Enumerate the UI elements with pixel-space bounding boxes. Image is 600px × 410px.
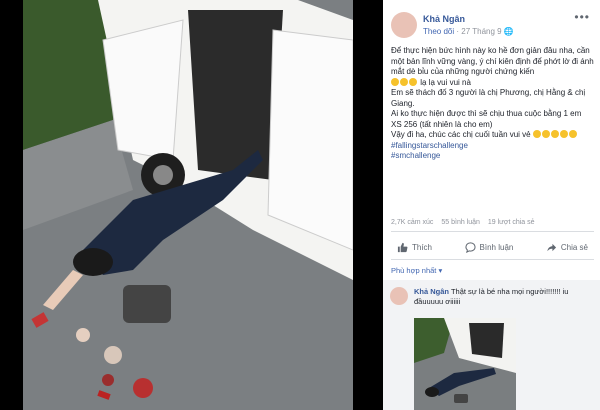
post-body-line: Ai ko thực hiện được thì sẽ chịu thua cu… bbox=[391, 109, 582, 129]
laughing-emoji-icon bbox=[559, 130, 568, 138]
comment-photo-illustration bbox=[414, 318, 516, 410]
post-body-line: lạ lạ vui vui nà bbox=[391, 77, 594, 89]
like-label: Thích bbox=[412, 242, 433, 252]
post-panel: Khả Ngân Theo dõi · 27 Tháng 9 🌐 ••• Để … bbox=[383, 0, 600, 410]
post-body-fragment: Vậy đi ha, chúc các chị cuối tuần vui vẻ bbox=[391, 130, 531, 139]
share-button[interactable]: Chia sẻ bbox=[540, 242, 594, 253]
author-name[interactable]: Khả Ngân bbox=[423, 14, 465, 24]
avatar[interactable] bbox=[390, 287, 408, 305]
post-date[interactable]: 27 Tháng 9 bbox=[461, 27, 501, 36]
like-button[interactable]: Thích bbox=[391, 242, 438, 253]
post-photo[interactable] bbox=[23, 0, 353, 410]
comment-label: Bình luận bbox=[479, 242, 514, 252]
divider bbox=[391, 231, 594, 232]
post-body-line: Vậy đi ha, chúc các chị cuối tuần vui vẻ bbox=[391, 130, 594, 141]
post-actions: Thích Bình luận Chia sẻ bbox=[391, 236, 594, 258]
share-label: Chia sẻ bbox=[560, 242, 588, 252]
laughing-emoji-icon bbox=[391, 77, 399, 86]
more-options-icon[interactable]: ••• bbox=[574, 10, 590, 24]
reactions-count[interactable]: 2,7K cảm xúc bbox=[391, 219, 433, 226]
laughing-emoji-icon bbox=[541, 130, 550, 138]
laughing-emoji-icon bbox=[532, 130, 541, 138]
post-text: Để thực hiện bức hình này ko hề đơn giản… bbox=[391, 46, 594, 162]
post-body-line: Em sẽ thách đố 3 người là chị Phương, ch… bbox=[391, 88, 586, 108]
post-body-fragment: lạ lạ vui vui nà bbox=[420, 77, 471, 87]
comment-bubble: Khả Ngân Thật sự là bé nha mọi người!!!!… bbox=[414, 287, 574, 306]
comment-list: Khả Ngân Thật sự là bé nha mọi người!!!!… bbox=[383, 280, 600, 410]
laughing-emoji-icon bbox=[400, 77, 408, 86]
chevron-down-icon: ▾ bbox=[438, 266, 443, 275]
comment-photo[interactable] bbox=[414, 318, 516, 410]
comment-button[interactable]: Bình luận bbox=[459, 241, 520, 253]
photo-viewer bbox=[0, 0, 383, 410]
avatar[interactable] bbox=[391, 12, 417, 38]
post-meta: Theo dõi · 27 Tháng 9 🌐 bbox=[423, 27, 514, 36]
thumbs-up-icon bbox=[397, 242, 408, 252]
post-body-line: Để thực hiện bức hình này ko hề đơn giản… bbox=[391, 46, 594, 76]
comment-author[interactable]: Khả Ngân bbox=[414, 287, 449, 296]
hashtag-link[interactable]: #smchallenge bbox=[391, 151, 594, 162]
comment-sort-dropdown[interactable]: Phù hợp nhất ▾ bbox=[391, 266, 442, 275]
globe-icon: 🌐 bbox=[503, 27, 514, 36]
follow-link[interactable]: Theo dõi bbox=[423, 27, 454, 36]
laughing-emoji-icon bbox=[568, 130, 577, 138]
post-stats: 2,7K cảm xúc 55 bình luận 19 lượt chia s… bbox=[391, 219, 594, 226]
laughing-emoji-icon bbox=[409, 77, 417, 86]
post-header: Khả Ngân Theo dõi · 27 Tháng 9 🌐 ••• bbox=[383, 0, 600, 40]
laughing-emoji-icon bbox=[550, 130, 559, 138]
sort-label: Phù hợp nhất bbox=[391, 266, 437, 275]
comments-count[interactable]: 55 bình luận bbox=[441, 219, 480, 226]
divider bbox=[391, 259, 594, 260]
shares-count[interactable]: 19 lượt chia sẻ bbox=[488, 219, 535, 226]
comment-icon bbox=[464, 241, 476, 253]
hashtag-link[interactable]: #fallingstarschallenge bbox=[391, 141, 594, 152]
share-icon bbox=[547, 243, 556, 251]
photo-illustration bbox=[23, 0, 353, 410]
